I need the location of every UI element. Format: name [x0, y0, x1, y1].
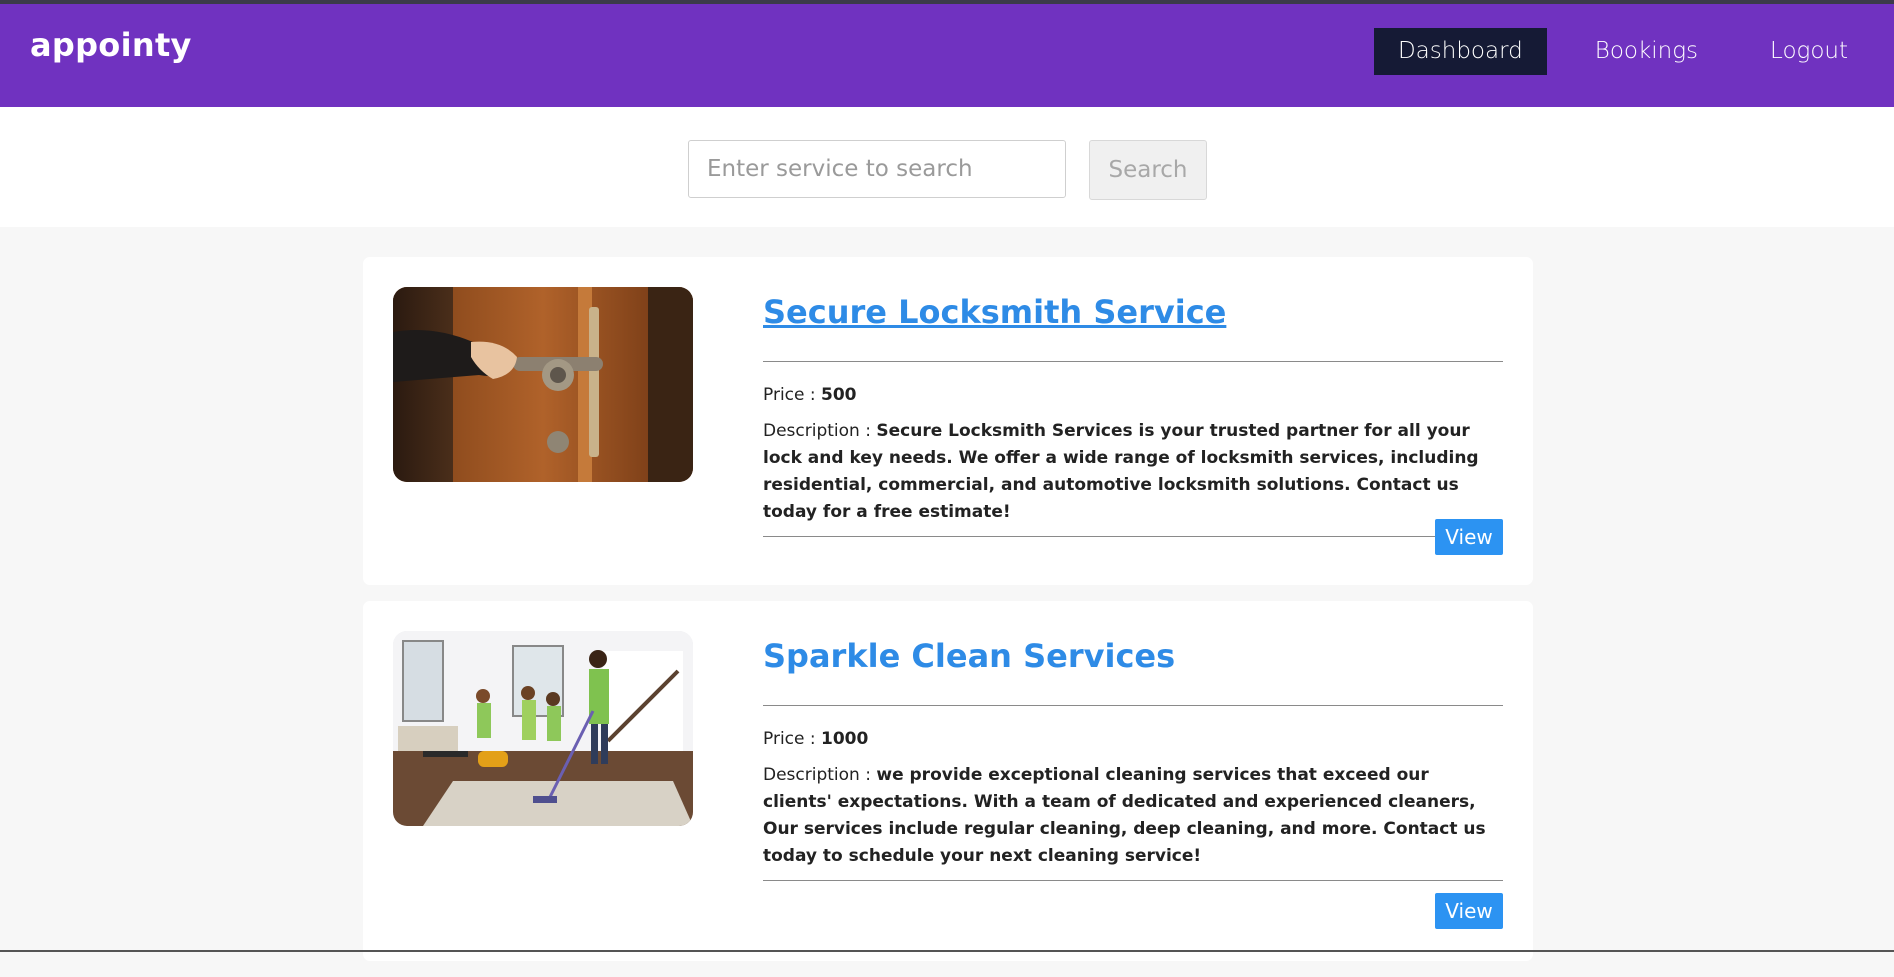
- price-row: Price : 500: [763, 382, 1503, 409]
- price-row: Price : 1000: [763, 726, 1503, 753]
- divider: [763, 705, 1503, 706]
- service-title-link[interactable]: Sparkle Clean Services: [763, 631, 1503, 693]
- nav-dashboard[interactable]: Dashboard: [1373, 28, 1547, 75]
- description-label: Description :: [763, 765, 877, 785]
- view-button[interactable]: View: [1435, 519, 1503, 555]
- service-list: Secure Locksmith Service Price : 500 Des…: [363, 257, 1533, 977]
- price-value: 500: [821, 385, 857, 405]
- cleaning-team-photo-icon: [393, 631, 693, 826]
- nav-links: Dashboard Bookings Logout: [1373, 28, 1872, 75]
- door-handle-photo-icon: [393, 287, 693, 482]
- price-value: 1000: [821, 729, 869, 749]
- brand-logo[interactable]: appointy: [30, 26, 192, 64]
- service-image: [393, 287, 693, 482]
- search-input[interactable]: [688, 140, 1066, 198]
- nav-logout[interactable]: Logout: [1746, 28, 1872, 75]
- navbar: appointy Dashboard Bookings Logout: [0, 4, 1894, 107]
- search-bar: Search: [0, 107, 1894, 227]
- search-button[interactable]: Search: [1089, 140, 1207, 200]
- service-content: Secure Locksmith Service Price : 500 Des…: [763, 287, 1503, 555]
- service-card: Sparkle Clean Services Price : 1000 Desc…: [363, 601, 1533, 961]
- divider: [763, 880, 1503, 881]
- service-title-link[interactable]: Secure Locksmith Service: [763, 287, 1503, 349]
- price-label: Price :: [763, 385, 822, 405]
- description-label: Description :: [763, 421, 877, 441]
- divider: [763, 536, 1503, 537]
- service-card: Secure Locksmith Service Price : 500 Des…: [363, 257, 1533, 585]
- price-label: Price :: [763, 729, 822, 749]
- service-content: Sparkle Clean Services Price : 1000 Desc…: [763, 631, 1503, 929]
- description-row: Description : we provide exceptional cle…: [763, 762, 1503, 870]
- view-button[interactable]: View: [1435, 893, 1503, 929]
- nav-bookings[interactable]: Bookings: [1571, 28, 1722, 75]
- divider: [763, 361, 1503, 362]
- service-image: [393, 631, 693, 826]
- description-row: Description : Secure Locksmith Services …: [763, 418, 1503, 526]
